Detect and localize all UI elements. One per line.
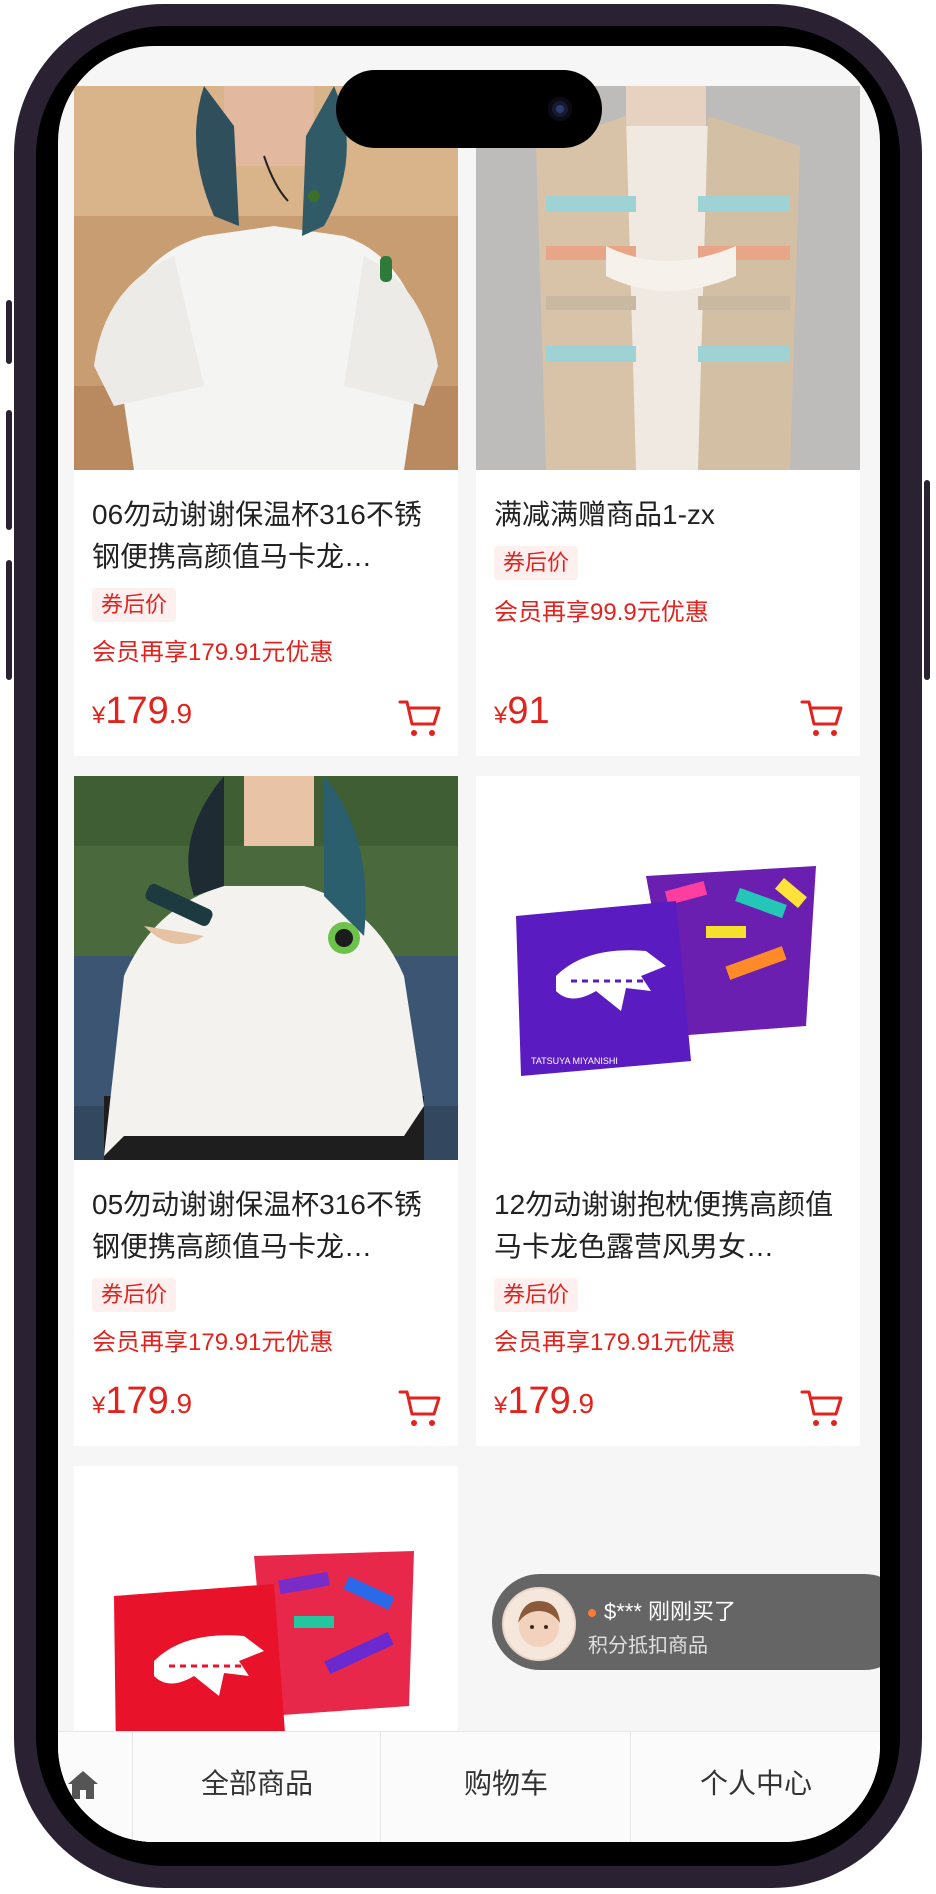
power-button <box>924 480 930 680</box>
add-to-cart-icon[interactable] <box>398 698 442 738</box>
price-integer: 179 <box>105 1380 169 1422</box>
product-price: ¥179.9 <box>92 690 192 733</box>
coupon-price-tag: 券后价 <box>494 1278 579 1312</box>
product-price: ¥179.9 <box>92 1380 192 1423</box>
tab-all-products[interactable]: 全部商品 <box>132 1732 381 1842</box>
product-title[interactable]: 满减满赠商品1-zx <box>494 494 834 536</box>
member-promo: 会员再享179.91元优惠 <box>494 1329 736 1356</box>
price-currency: ¥ <box>494 1392 508 1419</box>
app-screen: 06勿动谢谢保温杯316不锈钢便携高颜值马卡龙… 券后价 会员再享179.91元… <box>58 46 880 1842</box>
action-button <box>6 300 12 364</box>
volume-up-button <box>6 410 12 530</box>
member-promo: 会员再享179.91元优惠 <box>92 639 334 666</box>
price-integer: 179 <box>507 1380 571 1422</box>
bottom-tab-bar: 全部商品 购物车 个人中心 <box>58 1731 880 1842</box>
price-integer: 91 <box>507 690 550 732</box>
product-card[interactable]: 06勿动谢谢保温杯316不锈钢便携高颜值马卡龙… 券后价 会员再享179.91元… <box>74 86 458 756</box>
product-price: ¥179.9 <box>494 1380 594 1423</box>
add-to-cart-icon[interactable] <box>800 1388 844 1428</box>
notification-product: 积分抵扣商品 <box>588 1635 708 1657</box>
tab-home[interactable] <box>58 1732 132 1842</box>
product-price: ¥91 <box>494 690 550 733</box>
tab-cart[interactable]: 购物车 <box>380 1732 631 1842</box>
notification-buyer-text: $*** 刚刚买了 <box>604 1599 737 1624</box>
product-image[interactable] <box>74 776 458 1160</box>
price-decimal: .9 <box>168 1388 193 1419</box>
price-currency: ¥ <box>92 702 106 729</box>
home-icon <box>68 1771 98 1799</box>
price-decimal: .9 <box>168 698 193 729</box>
product-image[interactable]: TATSUYA MIYANISHI <box>476 776 860 1160</box>
price-currency: ¥ <box>494 702 508 729</box>
member-promo: 会员再享179.91元优惠 <box>92 1329 334 1356</box>
coupon-price-tag: 券后价 <box>92 1278 177 1312</box>
dynamic-island <box>336 70 602 148</box>
tab-profile[interactable]: 个人中心 <box>630 1732 880 1842</box>
product-card[interactable]: 05勿动谢谢保温杯316不锈钢便携高颜值马卡龙… 券后价 会员再享179.91元… <box>74 776 458 1446</box>
product-title[interactable]: 05勿动谢谢保温杯316不锈钢便携高颜值马卡龙… <box>92 1184 432 1268</box>
volume-down-button <box>6 560 12 680</box>
add-to-cart-icon[interactable] <box>800 698 844 738</box>
notification-buyer: $*** 刚刚买了 <box>588 1594 736 1626</box>
coupon-price-tag: 券后价 <box>92 588 177 622</box>
product-card[interactable]: 满减满赠商品1-zx 券后价 会员再享99.9元优惠 ¥91 <box>476 86 860 756</box>
purchase-notification[interactable]: $*** 刚刚买了 积分抵扣商品 › <box>492 1574 880 1670</box>
coupon-price-tag: 券后价 <box>494 546 579 580</box>
pillow-brand-label: TATSUYA MIYANISHI <box>531 1056 618 1066</box>
add-to-cart-icon[interactable] <box>398 1388 442 1428</box>
front-camera <box>548 97 572 121</box>
price-currency: ¥ <box>92 1392 106 1419</box>
price-decimal: .9 <box>570 1388 595 1419</box>
product-title[interactable]: 06勿动谢谢保温杯316不锈钢便携高颜值马卡龙… <box>92 494 432 578</box>
product-title[interactable]: 12勿动谢谢抱枕便携高颜值马卡龙色露营风男女… <box>494 1184 834 1268</box>
member-promo: 会员再享99.9元优惠 <box>494 599 709 626</box>
product-card[interactable]: TATSUYA MIYANISHI 12勿动谢谢抱枕便携高颜值马卡龙色露营风男女… <box>476 776 860 1446</box>
avatar <box>502 1587 576 1661</box>
price-integer: 179 <box>105 690 169 732</box>
status-dot <box>588 1609 596 1618</box>
